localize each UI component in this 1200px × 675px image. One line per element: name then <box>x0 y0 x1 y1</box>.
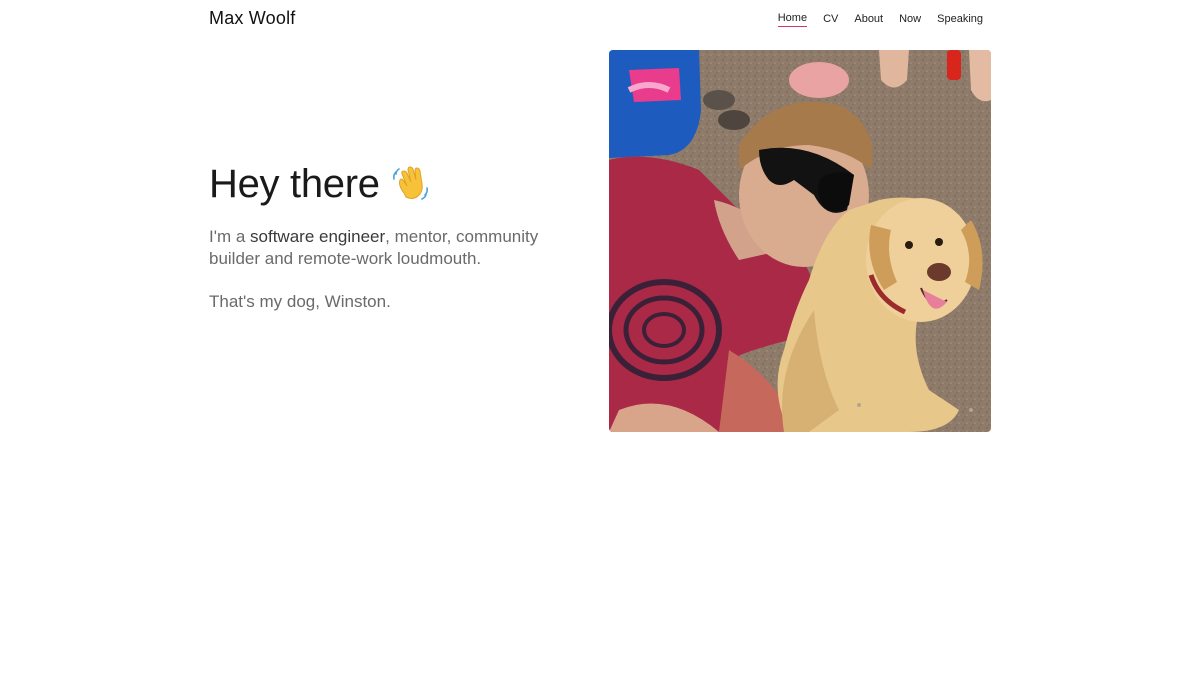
nav-item-cv[interactable]: CV <box>823 12 838 26</box>
nav-item-speaking[interactable]: Speaking <box>937 12 983 26</box>
intro-role: software engineer <box>250 227 386 246</box>
nav-item-now[interactable]: Now <box>899 12 921 26</box>
site-header: Max Woolf Home CV About Now Speaking <box>209 8 991 30</box>
dog-note: That's my dog, Winston. <box>209 292 391 311</box>
intro-paragraph: I'm a software engineer, mentor, communi… <box>209 226 569 270</box>
hero-title-text: Hey there <box>209 162 380 206</box>
site-brand-link[interactable]: Max Woolf <box>209 8 296 29</box>
intro-prefix: I'm a <box>209 227 251 246</box>
main-nav: Home CV About Now Speaking <box>777 11 983 27</box>
hero-section: Hey there I'm a software engineer, mento… <box>209 160 569 313</box>
waving-hand-icon <box>390 163 432 205</box>
portrait-photo <box>609 50 991 432</box>
nav-item-home[interactable]: Home <box>777 11 808 27</box>
nav-item-about[interactable]: About <box>854 12 883 26</box>
portrait-photo-icon <box>609 50 991 432</box>
hero-heading: Hey there <box>209 160 569 208</box>
